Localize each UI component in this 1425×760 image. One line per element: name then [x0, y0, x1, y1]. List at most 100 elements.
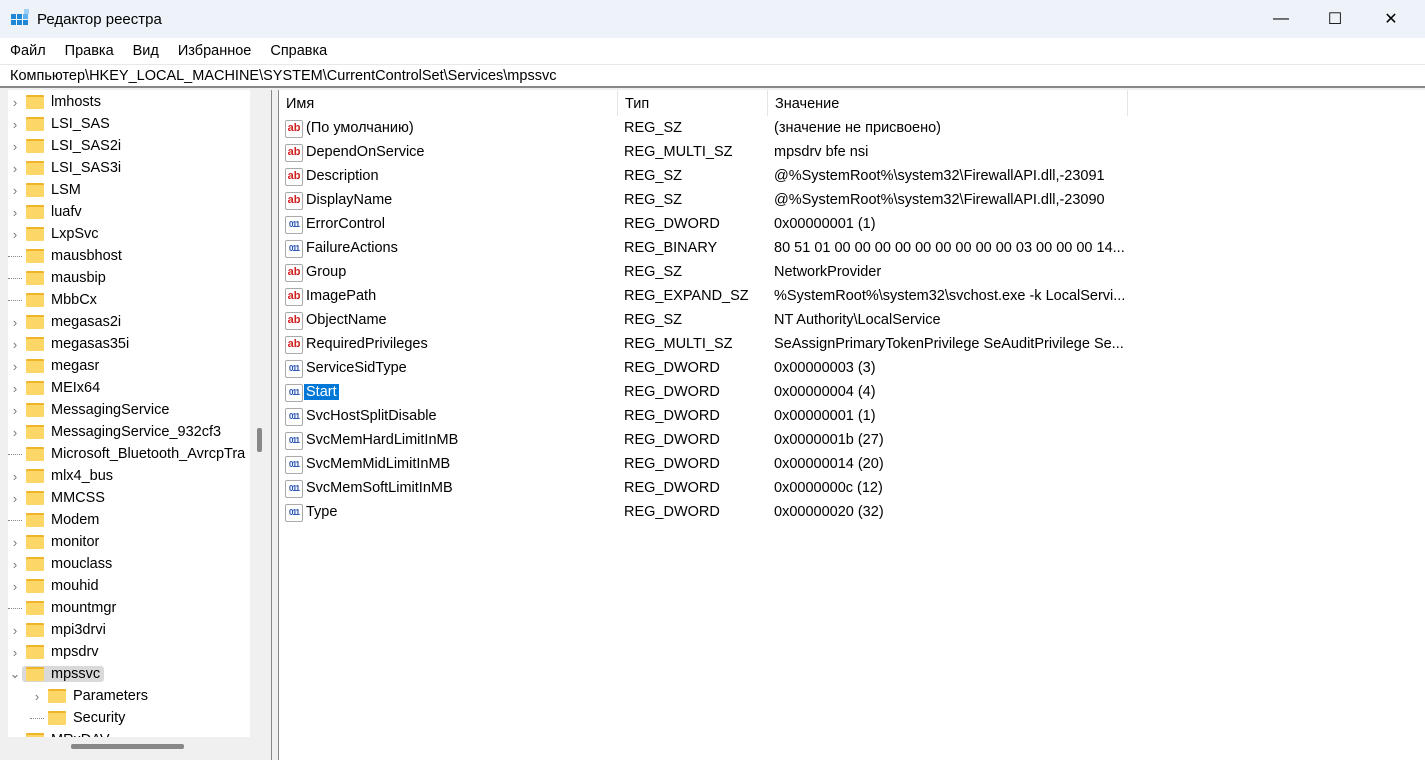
column-header-value[interactable]: Значение [768, 90, 1128, 116]
value-row[interactable]: ab RequiredPrivileges REG_MULTI_SZ SeAssign… [279, 333, 1419, 357]
tree-item-label: mlx4_bus [51, 468, 114, 484]
tree-line [8, 299, 22, 301]
value-row[interactable]: ab (По умолчанию) REG_SZ (значение не присв… [279, 117, 1419, 141]
chevron-right-icon[interactable]: › [8, 315, 22, 330]
folder-icon [26, 491, 44, 505]
value-name: ServiceSidType [306, 360, 407, 376]
tree-item[interactable]: › MessagingService [8, 399, 170, 421]
chevron-right-icon[interactable]: › [8, 645, 22, 660]
tree-item[interactable]: › mlx4_bus [8, 465, 113, 487]
menu-favorites[interactable]: Избранное [168, 43, 260, 59]
folder-icon [48, 689, 66, 703]
tree-item[interactable]: › monitor [8, 531, 100, 553]
chevron-right-icon[interactable]: › [8, 535, 22, 550]
tree-item[interactable]: › mpsdrv [8, 641, 99, 663]
value-row[interactable]: ab Group REG_SZ NetworkProvider [279, 261, 1419, 285]
folder-icon [26, 513, 44, 527]
chevron-right-icon[interactable]: › [8, 337, 22, 352]
chevron-right-icon[interactable]: › [8, 623, 22, 638]
binary-value-icon: 011 [285, 504, 303, 522]
chevron-right-icon[interactable]: › [8, 205, 22, 220]
tree-item[interactable]: › MessagingService_932cf3 [8, 421, 221, 443]
value-row[interactable]: ab Description REG_SZ @%SystemRoot%\system3… [279, 165, 1419, 189]
value-row[interactable]: ab ObjectName REG_SZ NT Authority\LocalServ… [279, 309, 1419, 333]
chevron-down-icon[interactable]: ⌄ [8, 666, 22, 682]
tree-item[interactable]: mausbip [8, 267, 106, 289]
value-row[interactable]: ab ImagePath REG_EXPAND_SZ %SystemRoot%\sys… [279, 285, 1419, 309]
tree-item[interactable]: › lmhosts [8, 91, 101, 113]
address-bar[interactable]: Компьютер\HKEY_LOCAL_MACHINE\SYSTEM\Curr… [0, 64, 1425, 88]
chevron-right-icon[interactable]: › [8, 469, 22, 484]
chevron-right-icon[interactable]: › [8, 359, 22, 374]
chevron-right-icon[interactable]: › [8, 95, 22, 110]
tree-item[interactable]: MbbCx [8, 289, 97, 311]
tree-horizontal-scrollbar[interactable] [71, 744, 184, 749]
tree-item[interactable]: mountmgr [8, 597, 116, 619]
minimize-button[interactable]: — [1253, 0, 1309, 38]
chevron-right-icon[interactable]: › [8, 227, 22, 242]
value-row[interactable]: ab DependOnService REG_MULTI_SZ mpsdrv bfe … [279, 141, 1419, 165]
tree-item[interactable]: mausbhost [8, 245, 122, 267]
column-header-type[interactable]: Тип [618, 90, 768, 116]
tree-line [8, 255, 22, 257]
tree-item[interactable]: › megasas2i [8, 311, 121, 333]
maximize-button[interactable]: ☐ [1307, 0, 1363, 38]
tree-item[interactable]: › LSI_SAS [8, 113, 110, 135]
tree-item[interactable]: › Parameters [30, 685, 148, 707]
tree-vertical-scrollbar[interactable] [257, 428, 262, 452]
tree-item-label: mpssvc [51, 666, 101, 682]
column-header-name[interactable]: Имя [279, 90, 618, 116]
value-row[interactable]: ab DisplayName REG_SZ @%SystemRoot%\system3… [279, 189, 1419, 213]
chevron-right-icon[interactable]: › [8, 161, 22, 176]
tree-item[interactable]: › MMCSS [8, 487, 105, 509]
tree-item[interactable]: › megasr [8, 355, 100, 377]
tree-item[interactable]: › luafv [8, 201, 82, 223]
value-row[interactable]: 011 Type REG_DWORD 0x00000020 (32) [279, 501, 1419, 525]
chevron-right-icon[interactable]: › [8, 557, 22, 572]
folder-icon [26, 601, 44, 615]
chevron-right-icon[interactable]: › [8, 183, 22, 198]
tree-item[interactable]: › mpi3drvi [8, 619, 106, 641]
chevron-right-icon[interactable]: › [8, 425, 22, 440]
value-row[interactable]: 011 FailureActions REG_BINARY 80 51 01 00 0… [279, 237, 1419, 261]
tree-item[interactable]: Microsoft_Bluetooth_AvrcpTra [8, 443, 245, 465]
tree-item[interactable]: Security [30, 707, 125, 729]
tree-item-label: Parameters [73, 688, 148, 704]
close-button[interactable]: ✕ [1363, 0, 1419, 38]
tree-item[interactable]: › mouclass [8, 553, 112, 575]
value-row[interactable]: 011 SvcHostSplitDisable REG_DWORD 0x0000000… [279, 405, 1419, 429]
tree-item[interactable]: › megasas35i [8, 333, 129, 355]
menu-file[interactable]: Файл [0, 43, 55, 59]
chevron-right-icon[interactable]: › [8, 579, 22, 594]
chevron-right-icon[interactable]: › [8, 403, 22, 418]
tree-item[interactable]: › MRxDAV [8, 729, 110, 737]
chevron-right-icon[interactable]: › [8, 139, 22, 154]
value-row[interactable]: 011 ServiceSidType REG_DWORD 0x00000003 (3) [279, 357, 1419, 381]
value-type: REG_SZ [624, 192, 683, 208]
menu-view[interactable]: Вид [123, 43, 168, 59]
folder-icon [26, 161, 44, 175]
chevron-right-icon[interactable]: › [8, 491, 22, 506]
tree-item[interactable]: › MEIx64 [8, 377, 100, 399]
tree-item[interactable]: › LSI_SAS3i [8, 157, 121, 179]
chevron-right-icon[interactable]: › [8, 117, 22, 132]
value-row[interactable]: 011 SvcMemMidLimitInMB REG_DWORD 0x00000014… [279, 453, 1419, 477]
tree-item[interactable]: › LSI_SAS2i [8, 135, 121, 157]
tree-item[interactable]: › LSM [8, 179, 81, 201]
value-row[interactable]: 011 Start REG_DWORD 0x00000004 (4) [279, 381, 1419, 405]
value-name: ImagePath [306, 288, 377, 304]
value-name: (По умолчанию) [306, 120, 414, 136]
value-row[interactable]: 011 SvcMemHardLimitInMB REG_DWORD 0x0000001… [279, 429, 1419, 453]
tree-item[interactable]: Modem [8, 509, 99, 531]
tree-item[interactable]: ⌄ mpssvc [8, 663, 105, 685]
tree-item[interactable]: › LxpSvc [8, 223, 99, 245]
chevron-right-icon[interactable]: › [30, 689, 44, 704]
value-row[interactable]: 011 ErrorControl REG_DWORD 0x00000001 (1) [279, 213, 1419, 237]
menu-edit[interactable]: Правка [55, 43, 123, 59]
binary-value-icon: 011 [285, 432, 303, 450]
value-row[interactable]: 011 SvcMemSoftLimitInMB REG_DWORD 0x0000000… [279, 477, 1419, 501]
menu-help[interactable]: Справка [260, 43, 336, 59]
tree-item[interactable]: › mouhid [8, 575, 99, 597]
chevron-right-icon[interactable]: › [8, 381, 22, 396]
chevron-right-icon[interactable]: › [8, 733, 22, 738]
